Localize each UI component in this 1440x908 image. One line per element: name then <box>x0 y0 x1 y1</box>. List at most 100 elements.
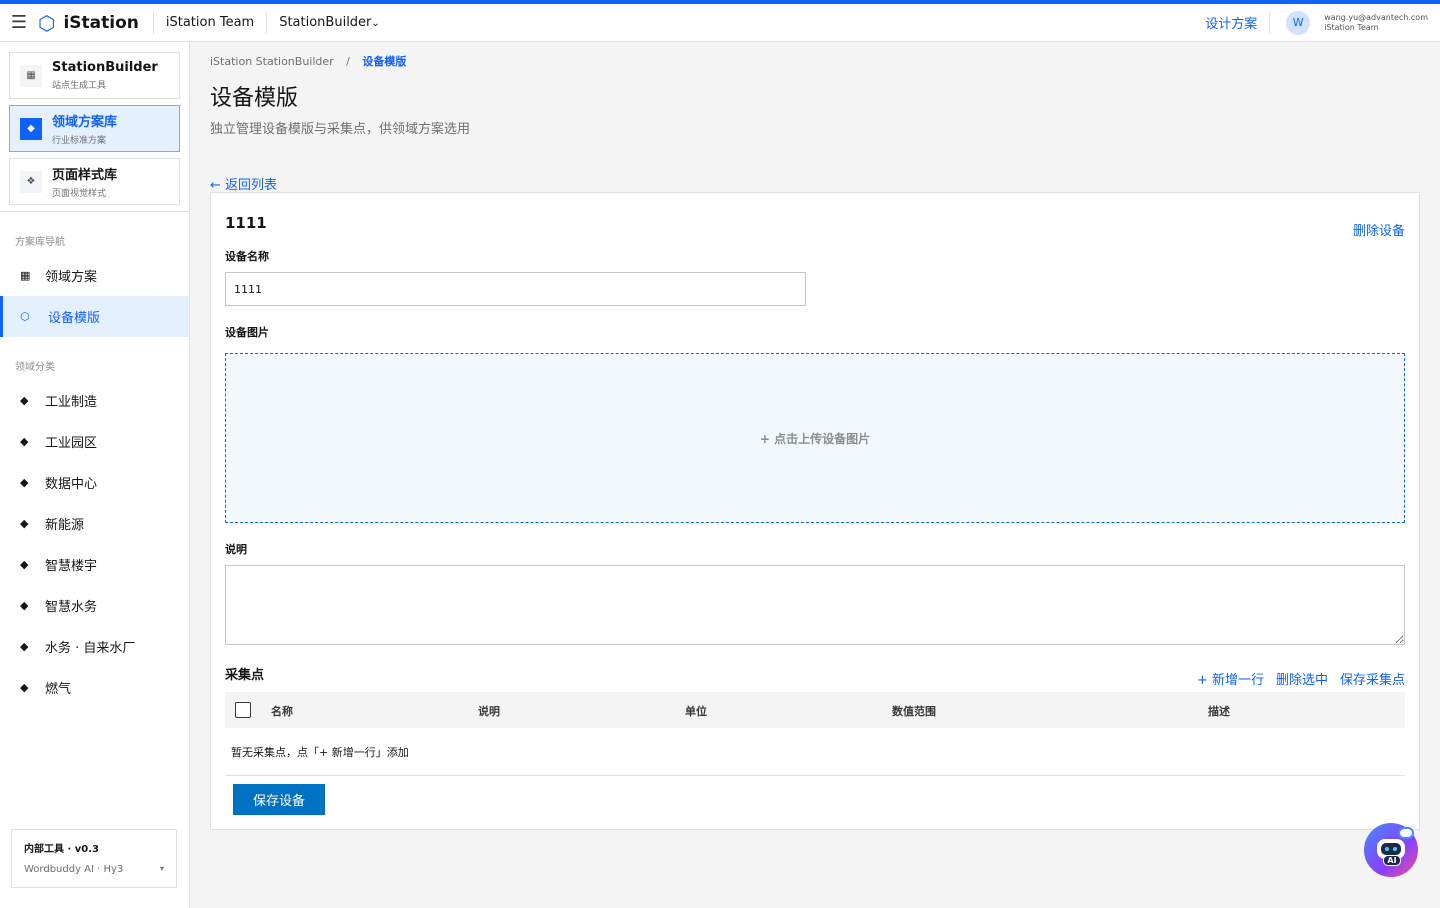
table-empty-row: 暂无采集点，点「+ 新增一行」添加 <box>225 728 1405 776</box>
sidebar-item-label: 智慧水务 <box>45 600 98 615</box>
sidebar-item-label: 水务 · 自来水厂 <box>45 641 136 656</box>
delete-device-button[interactable]: 删除设备 <box>1353 220 1405 239</box>
user-team: iStation Team <box>1324 22 1379 32</box>
device-image-label: 设备图片 <box>225 326 269 339</box>
page-title: 设备模版 <box>210 86 299 111</box>
avatar[interactable]: W <box>1286 10 1311 35</box>
description-label: 说明 <box>225 543 247 556</box>
sidebar-item-domain[interactable]: ◆ 智慧水务 <box>0 585 189 626</box>
top-bar: ☰ ⬡ iStation iStation Team StationBuilde… <box>0 0 1440 42</box>
delete-selected-button[interactable]: 删除选中 <box>1276 669 1328 688</box>
tool-subtitle: 站点生成工具 <box>52 81 107 91</box>
sidebar-item-label: 新能源 <box>45 518 85 533</box>
column-header: 数值范围 <box>892 705 936 718</box>
hexagon-logo-icon: ⬡ <box>38 10 56 35</box>
save-device-button[interactable]: 保存设备 <box>233 784 325 815</box>
breadcrumb: iStation StationBuilder / 设备模版 <box>210 53 406 69</box>
points-title: 采集点 <box>225 668 265 683</box>
design-link[interactable]: 设计方案 <box>1193 13 1269 32</box>
footer-title: 内部工具 · v0.3 <box>24 844 99 855</box>
robot-icon: AI <box>1374 827 1414 866</box>
column-header: 描述 <box>1208 705 1230 718</box>
robot-face <box>1381 843 1401 855</box>
sidebar-item-domain[interactable]: ◆ 新能源 <box>0 503 189 544</box>
tool-subtitle: 行业标准方案 <box>52 136 107 146</box>
description-textarea[interactable] <box>225 565 1405 645</box>
diamonds-icon: ❖ <box>20 170 42 193</box>
points-table-header: 名称 说明 单位 数值范围 描述 <box>225 692 1405 728</box>
ai-assistant-button[interactable]: AI <box>1364 823 1418 877</box>
device-title: 1111 <box>225 214 267 232</box>
sidebar: ▦ StationBuilder 站点生成工具 ◆ 领域方案库 行业标准方案 ❖… <box>0 42 190 908</box>
diamond-icon: ◆ <box>20 599 29 612</box>
sidebar-item-label: 工业制造 <box>45 395 98 410</box>
sidebar-item-device-templates[interactable]: ⬡ 设备模版 <box>0 296 189 337</box>
diamond-icon: ◆ <box>20 117 42 140</box>
column-header: 单位 <box>685 705 707 718</box>
tool-card-domain-library[interactable]: ◆ 领域方案库 行业标准方案 <box>9 105 180 152</box>
column-header: 名称 <box>271 705 293 718</box>
product-switcher[interactable]: StationBuilder⌄ <box>267 15 392 30</box>
brand-name: iStation <box>63 12 139 33</box>
product-name: StationBuilder <box>279 15 372 30</box>
section-label-domains: 领域分类 <box>15 362 55 373</box>
empty-message: 暂无采集点，点「+ 新增一行」添加 <box>231 745 409 759</box>
grid-icon: ▦ <box>20 64 42 87</box>
tool-card-style-library[interactable]: ❖ 页面样式库 页面视觉样式 <box>9 158 180 205</box>
tool-title: StationBuilder <box>52 60 158 75</box>
device-name-input[interactable] <box>225 272 806 306</box>
sidebar-item-label: 燃气 <box>45 682 72 697</box>
diamond-icon: ◆ <box>20 517 29 530</box>
sidebar-item-label: 设备模版 <box>48 311 101 326</box>
grid-icon: ▦ <box>20 269 31 282</box>
menu-icon[interactable]: ☰ <box>0 12 38 33</box>
model-select: Wordbuddy AI · Hy3 ▾ <box>24 864 164 875</box>
diamond-icon: ◆ <box>20 558 29 571</box>
add-row-button[interactable]: + 新增一行 <box>1197 669 1264 688</box>
back-to-list-link[interactable]: ← 返回列表 <box>210 174 277 193</box>
ai-badge: AI <box>1383 855 1401 866</box>
team-switcher[interactable]: iStation Team <box>154 15 266 30</box>
breadcrumb-current: 设备模版 <box>362 55 407 68</box>
sidebar-item-domain-solutions[interactable]: ▦ 领域方案 <box>0 255 189 296</box>
page-subtitle: 独立管理设备模版与采集点，供领域方案选用 <box>210 122 471 137</box>
chat-bubble-icon <box>1398 827 1414 839</box>
image-upload-zone[interactable]: + 点击上传设备图片 <box>225 353 1405 523</box>
tool-card-stationbuilder[interactable]: ▦ StationBuilder 站点生成工具 <box>9 52 180 99</box>
user-info: wang.yu@advantech.com iStation Team <box>1324 13 1428 33</box>
model-selector-card[interactable]: 内部工具 · v0.3 Wordbuddy AI · Hy3 ▾ <box>11 829 177 888</box>
sidebar-item-domain[interactable]: ◆ 水务 · 自来水厂 <box>0 626 189 667</box>
sidebar-item-label: 工业园区 <box>45 436 98 451</box>
sidebar-item-label: 领域方案 <box>45 270 98 285</box>
sidebar-item-domain[interactable]: ◆ 工业制造 <box>0 380 189 421</box>
chevron-down-icon: ⌄ <box>371 18 380 29</box>
breadcrumb-separator: / <box>346 55 350 68</box>
sidebar-item-label: 智慧楼宇 <box>45 559 98 574</box>
device-edit-panel: 1111 删除设备 设备名称 设备图片 + 点击上传设备图片 说明 采集点 + … <box>210 192 1420 830</box>
robot-eye <box>1385 847 1389 851</box>
tool-title: 页面样式库 <box>52 168 118 183</box>
sidebar-item-domain[interactable]: ◆ 工业园区 <box>0 421 189 462</box>
top-right-actions: 设计方案 W wang.yu@advantech.com iStation Te… <box>1193 4 1440 41</box>
sidebar-item-label: 数据中心 <box>45 477 98 492</box>
diamond-icon: ◆ <box>20 394 29 407</box>
diamond-icon: ◆ <box>20 681 29 694</box>
save-points-button[interactable]: 保存采集点 <box>1340 669 1405 688</box>
upload-label: + 点击上传设备图片 <box>759 431 871 446</box>
model-name: Wordbuddy AI · Hy3 <box>24 864 124 875</box>
diamond-icon: ◆ <box>20 435 29 448</box>
robot-eye <box>1393 847 1397 851</box>
divider <box>0 211 189 212</box>
points-actions: + 新增一行 删除选中 保存采集点 <box>1197 669 1405 688</box>
breadcrumb-root[interactable]: iStation StationBuilder <box>210 55 334 68</box>
sidebar-item-domain[interactable]: ◆ 数据中心 <box>0 462 189 503</box>
caret-down-icon: ▾ <box>159 864 164 873</box>
select-all-checkbox[interactable] <box>235 702 251 718</box>
column-header: 说明 <box>478 705 500 718</box>
sidebar-item-domain[interactable]: ◆ 智慧楼宇 <box>0 544 189 585</box>
diamond-icon: ◆ <box>20 640 29 653</box>
divider <box>1269 11 1271 34</box>
section-label-nav: 方案库导航 <box>15 237 65 248</box>
user-email: wang.yu@advantech.com <box>1324 12 1428 22</box>
sidebar-item-domain[interactable]: ◆ 燃气 <box>0 667 189 708</box>
